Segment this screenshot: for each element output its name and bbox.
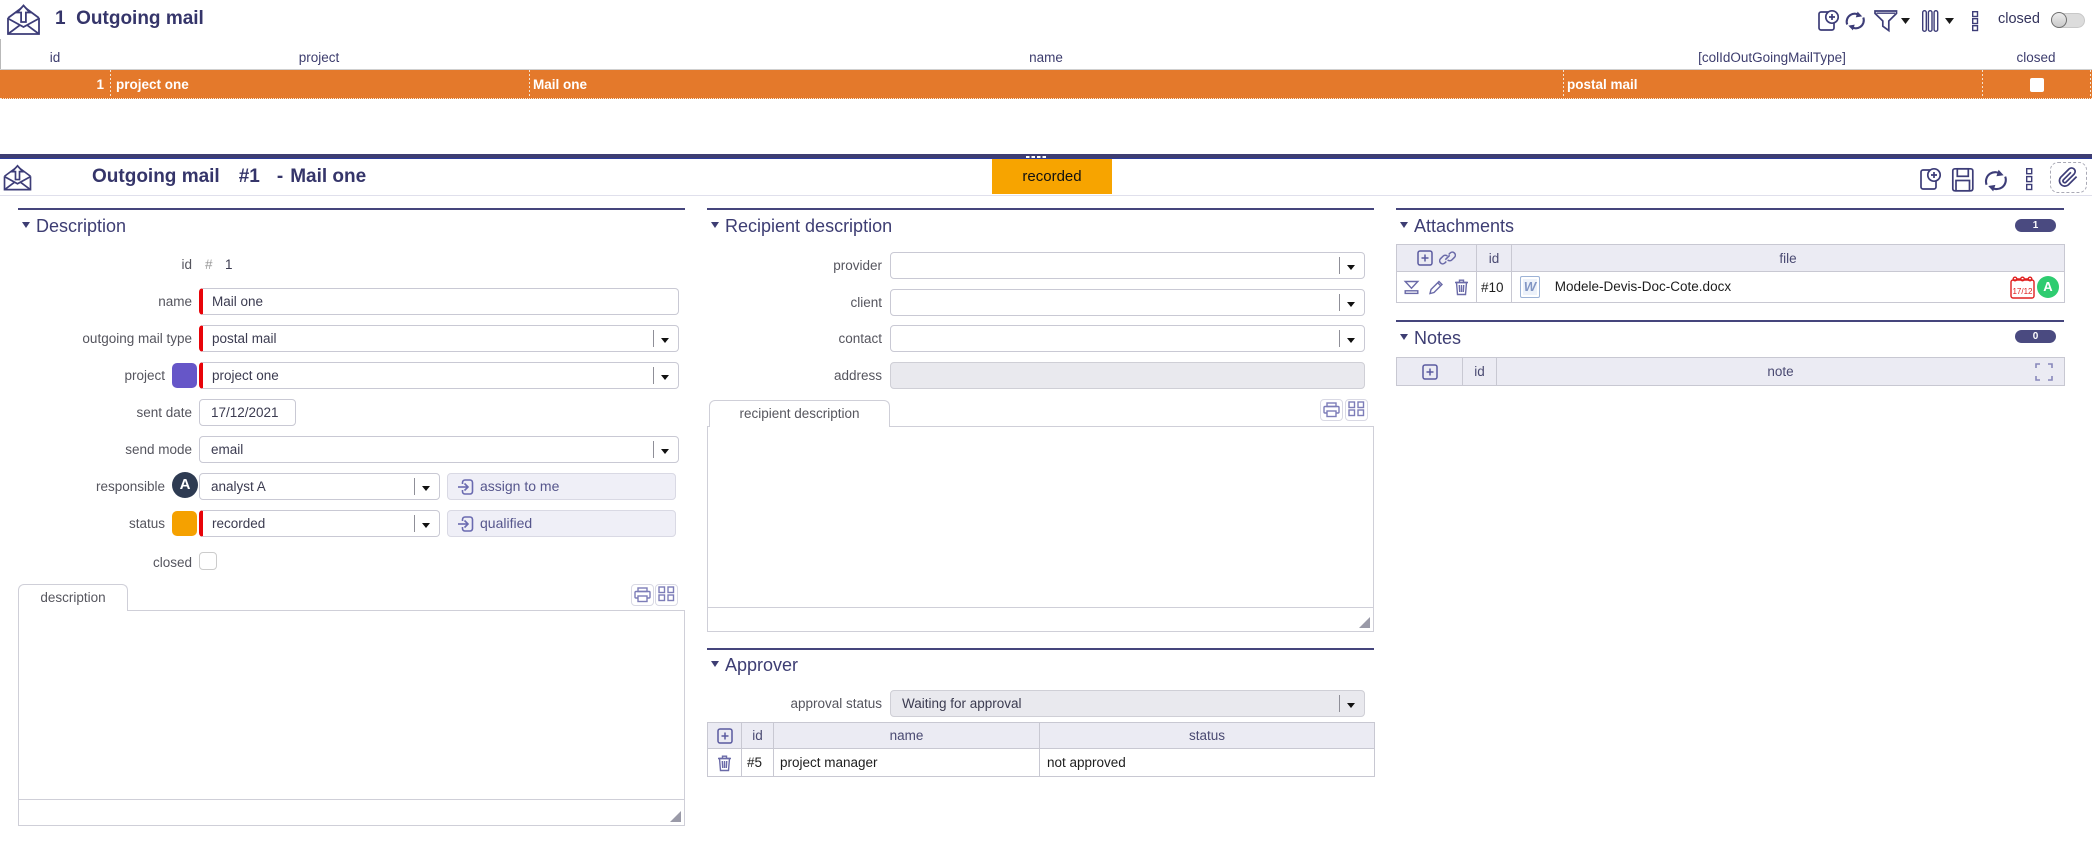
svg-text:17/12: 17/12 xyxy=(2012,287,2033,296)
